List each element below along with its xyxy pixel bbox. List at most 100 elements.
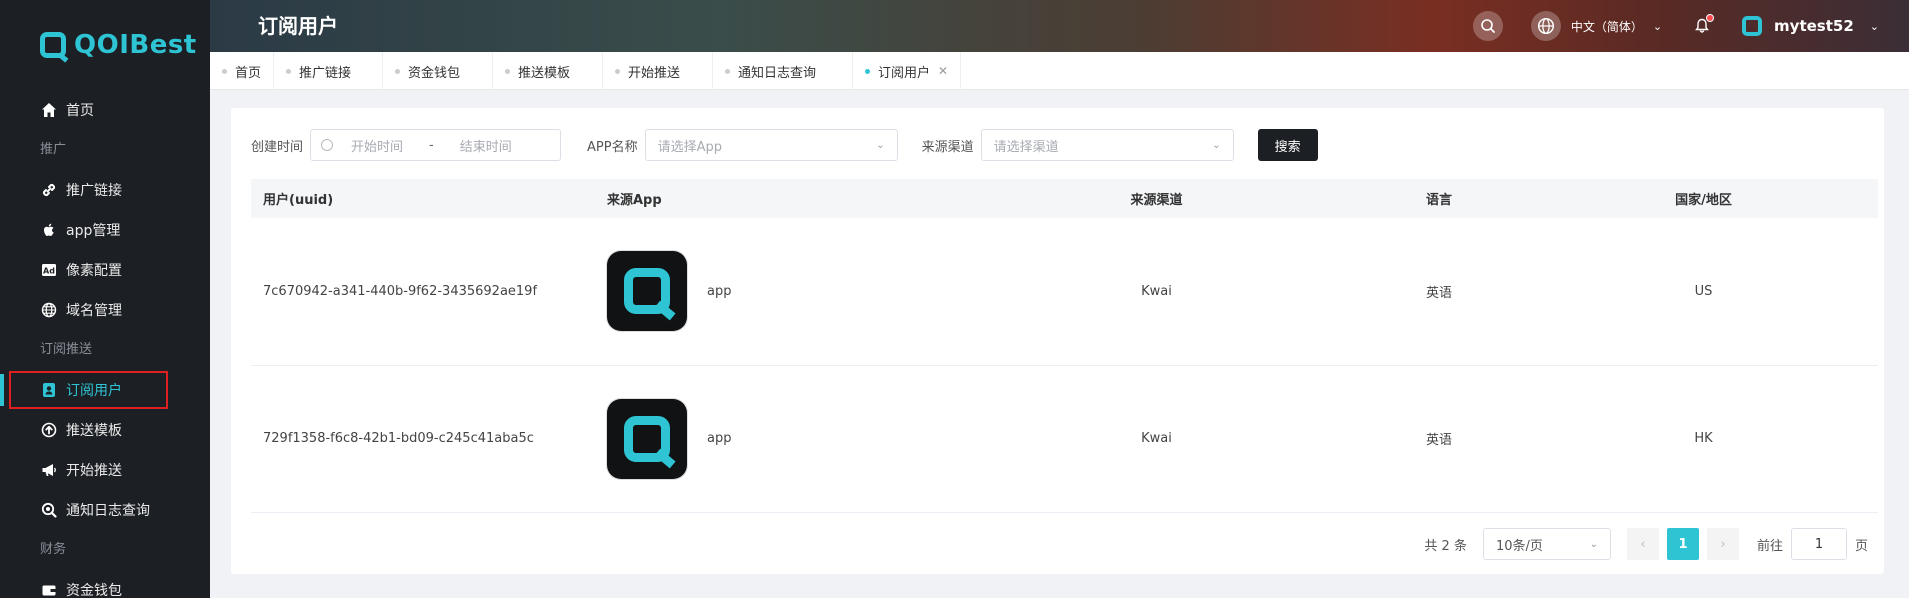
sidebar-group-promotion: 推广 — [40, 142, 67, 157]
tab-label: 首页 — [235, 65, 262, 81]
highlight-box — [9, 371, 168, 409]
sidebar-item-home[interactable]: 首页 — [0, 90, 210, 130]
end-time-placeholder[interactable]: 结束时间 — [460, 136, 512, 155]
app-logo-icon — [607, 398, 687, 479]
sidebar-item-promo-links[interactable]: 推广链接 — [0, 170, 210, 210]
notification-dot — [1706, 14, 1715, 22]
tab-dot — [615, 68, 620, 74]
table-row: 7c670942-a341-440b-9f62-3435692ae19f app… — [251, 218, 1878, 366]
app-cell: app — [607, 398, 964, 479]
sidebar-item-pixel-config[interactable]: Ad 像素配置 — [0, 250, 210, 290]
tab-subscribed-users[interactable]: 订阅用户 ✕ — [853, 52, 961, 90]
chevron-down-icon: ⌄ — [1869, 19, 1879, 33]
page-size-value: 10条/页 — [1495, 538, 1543, 554]
tab-label: 开始推送 — [628, 65, 681, 81]
total-count: 共 2 条 — [1424, 538, 1467, 554]
tab-label: 资金钱包 — [408, 65, 461, 81]
cell-country: HK — [1529, 365, 1878, 513]
tab-push-templates[interactable]: 推送模板 — [493, 52, 603, 90]
ad-icon: Ad — [40, 261, 58, 279]
table-header-row: 用户(uuid) 来源App 来源渠道 语言 国家/地区 — [251, 179, 1878, 218]
created-time-label: 创建时间 — [251, 139, 304, 155]
sidebar: QOIBest 首页 推广 推广链接 app管理 Ad 像素配置 域名管理 订阅… — [0, 0, 210, 598]
clock-icon — [321, 139, 334, 151]
tab-dot — [286, 68, 291, 74]
tab-label: 订阅用户 — [878, 65, 931, 81]
header-actions: 中文（简体） ⌄ mytest52 ⌄ — [1472, 0, 1909, 52]
brand-logo[interactable]: QOIBest — [0, 0, 210, 90]
sidebar-group-subscription-push: 订阅推送 — [40, 342, 93, 357]
tab-bar: 首页 推广链接 资金钱包 推送模板 开始推送 通知日志查询 订阅用户 ✕ — [210, 52, 1909, 90]
sidebar-item-label: app管理 — [66, 223, 121, 239]
globe-icon — [1530, 11, 1561, 41]
cell-uuid: 729f1358-f6c8-42b1-bd09-c245c41aba5c — [251, 365, 607, 513]
app-select[interactable]: 请选择App ⌄ — [644, 129, 898, 161]
col-source-app: 来源App — [607, 179, 964, 218]
goto-label: 前往 — [1756, 538, 1783, 554]
page-number-current[interactable]: 1 — [1666, 528, 1699, 560]
cell-language: 英语 — [1349, 218, 1529, 366]
range-separator: - — [429, 137, 434, 153]
q-mark — [624, 268, 670, 315]
sidebar-item-subscribed-users[interactable]: 订阅用户 — [0, 370, 210, 410]
apple-icon — [40, 221, 58, 239]
channel-select-placeholder: 请选择渠道 — [993, 139, 1059, 155]
search-icon[interactable] — [1472, 11, 1503, 41]
q-mark — [624, 415, 670, 462]
goto-page-input[interactable]: 1 — [1790, 528, 1847, 560]
app-name: app — [707, 283, 732, 299]
chevron-down-icon: ⌄ — [1212, 139, 1221, 151]
subscribers-table: 用户(uuid) 来源App 来源渠道 语言 国家/地区 7c670942-a3… — [251, 179, 1878, 513]
app-name-label: APP名称 — [587, 139, 638, 155]
sidebar-item-domain-management[interactable]: 域名管理 — [0, 290, 210, 330]
cell-uuid: 7c670942-a341-440b-9f62-3435692ae19f — [251, 218, 607, 366]
sidebar-item-push-templates[interactable]: 推送模板 — [0, 410, 210, 450]
content-card: 创建时间 开始时间 - 结束时间 APP名称 请选择App ⌄ 来源渠道 请选择… — [231, 108, 1884, 574]
tab-wallet[interactable]: 资金钱包 — [383, 52, 493, 90]
tab-dot — [222, 68, 227, 74]
link-icon — [40, 181, 58, 199]
date-range-picker[interactable]: 开始时间 - 结束时间 — [310, 129, 562, 161]
cell-app: app — [607, 218, 964, 366]
svg-text:Ad: Ad — [43, 267, 55, 276]
sidebar-item-wallet[interactable]: 资金钱包 — [0, 570, 210, 598]
app-cell: app — [607, 251, 964, 332]
logo-icon — [40, 32, 66, 58]
channel-select[interactable]: 请选择渠道 ⌄ — [980, 129, 1234, 161]
sidebar-item-start-push[interactable]: 开始推送 — [0, 450, 210, 490]
sidebar-group-finance: 财务 — [40, 542, 67, 557]
page-title: 订阅用户 — [258, 14, 338, 38]
tab-notification-log[interactable]: 通知日志查询 — [713, 52, 853, 90]
sidebar-item-label: 推送模板 — [66, 423, 122, 439]
sidebar-item-app-management[interactable]: app管理 — [0, 210, 210, 250]
table-row: 729f1358-f6c8-42b1-bd09-c245c41aba5c app… — [251, 365, 1878, 513]
bell-icon[interactable] — [1692, 14, 1715, 36]
sidebar-item-label: 开始推送 — [66, 463, 122, 479]
page-unit-label: 页 — [1854, 538, 1868, 554]
wallet-icon — [40, 581, 58, 598]
sidebar-item-notification-log[interactable]: 通知日志查询 — [0, 490, 210, 530]
tab-dot — [505, 68, 510, 74]
search-button[interactable]: 搜索 — [1257, 129, 1318, 161]
col-source-channel: 来源渠道 — [964, 179, 1349, 218]
user-menu[interactable]: mytest52 ⌄ — [1742, 16, 1879, 36]
next-page-button[interactable]: › — [1706, 528, 1739, 560]
channel-label: 来源渠道 — [921, 139, 974, 155]
tab-dot — [725, 68, 730, 74]
filter-bar: 创建时间 开始时间 - 结束时间 APP名称 请选择App ⌄ 来源渠道 请选择… — [251, 129, 1318, 161]
page-size-select[interactable]: 10条/页 ⌄ — [1482, 528, 1611, 560]
sidebar-item-label: 域名管理 — [66, 303, 122, 319]
tab-promo-links[interactable]: 推广链接 — [274, 52, 383, 90]
tab-start-push[interactable]: 开始推送 — [603, 52, 713, 90]
tab-dot — [865, 68, 870, 74]
language-selector[interactable]: 中文（简体） ⌄ — [1530, 11, 1662, 41]
tab-home[interactable]: 首页 — [210, 52, 274, 90]
pagination: 共 2 条 10条/页 ⌄ ‹ 1 › 前往 1 页 — [1424, 528, 1868, 560]
cell-app: app — [607, 365, 964, 513]
prev-page-button[interactable]: ‹ — [1626, 528, 1659, 560]
tab-label: 推送模板 — [518, 65, 571, 81]
close-icon[interactable]: ✕ — [938, 64, 948, 78]
cell-channel: Kwai — [964, 218, 1349, 366]
cell-language: 英语 — [1349, 365, 1529, 513]
start-time-placeholder[interactable]: 开始时间 — [351, 136, 403, 155]
